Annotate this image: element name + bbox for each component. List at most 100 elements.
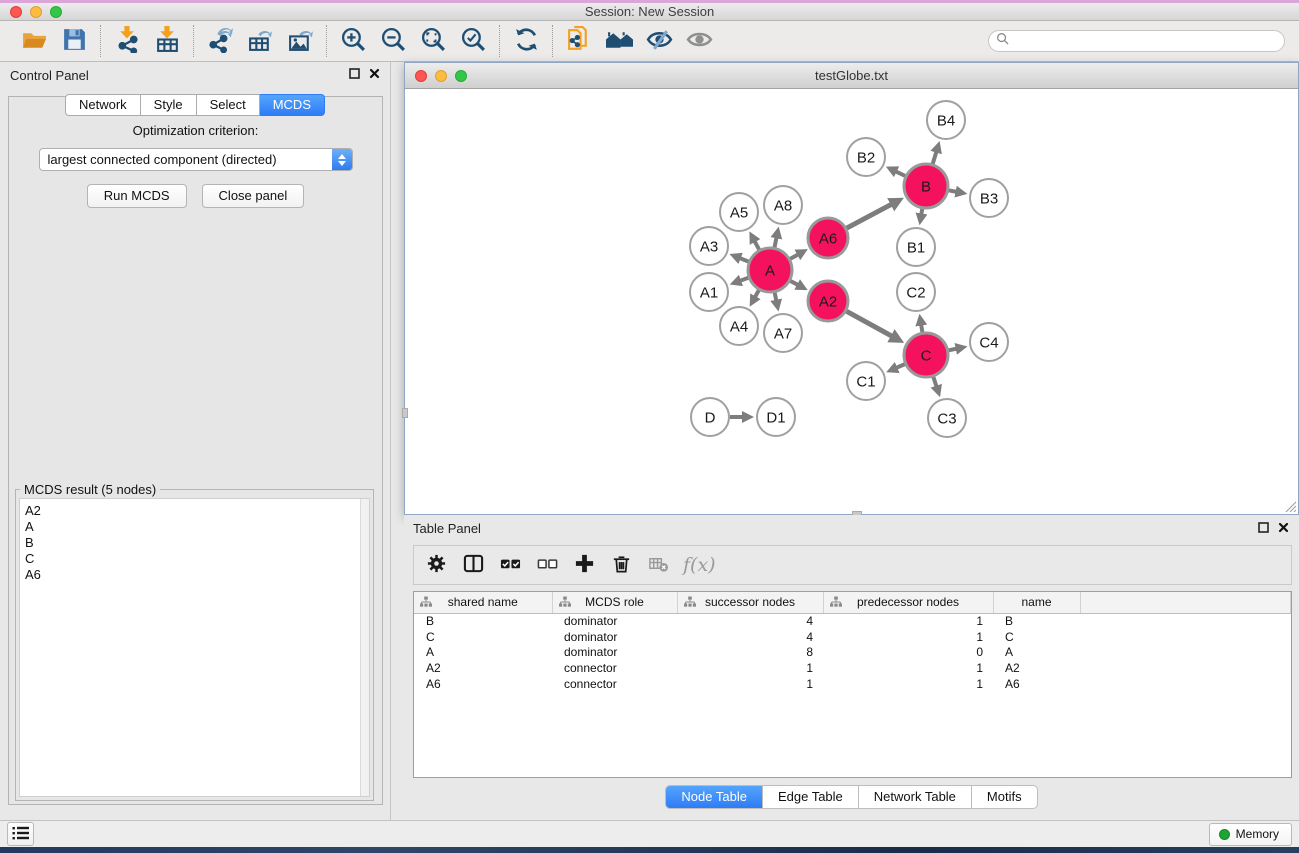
node-A2[interactable]: A2 — [808, 281, 848, 321]
cell[interactable]: connector — [552, 676, 677, 692]
table-row[interactable]: Cdominator41C — [414, 629, 1291, 645]
tab-node-table[interactable]: Node Table — [666, 786, 762, 808]
result-item[interactable]: B — [25, 535, 369, 551]
edge-B-B3[interactable] — [949, 190, 957, 192]
column-header-predecessor-nodes[interactable]: predecessor nodes — [823, 592, 993, 613]
edge-A-A2[interactable] — [790, 281, 798, 285]
node-A6[interactable]: A6 — [808, 218, 848, 258]
cell[interactable]: 1 — [677, 660, 823, 676]
edge-A-A6[interactable] — [790, 254, 798, 259]
edge-C-C3[interactable] — [933, 377, 936, 387]
cell[interactable]: B — [993, 613, 1080, 629]
cell[interactable]: C — [414, 629, 552, 645]
hide-graphics-details-button[interactable] — [642, 24, 676, 58]
mcds-result-list[interactable]: A2ABCA6 — [19, 498, 370, 797]
node-A3[interactable]: A3 — [690, 227, 728, 265]
float-panel-icon[interactable] — [1258, 520, 1269, 538]
cell[interactable]: 1 — [823, 629, 993, 645]
node-D[interactable]: D — [691, 398, 729, 436]
show-all-networks-button[interactable] — [602, 24, 636, 58]
edge-A-A8[interactable] — [775, 237, 777, 247]
column-header-shared-name[interactable]: shared name — [414, 592, 552, 613]
task-history-button[interactable] — [7, 822, 34, 846]
column-header-name[interactable]: name — [993, 592, 1080, 613]
memory-button[interactable]: Memory — [1209, 823, 1292, 846]
import-network-button[interactable] — [110, 24, 144, 58]
column-header-successor-nodes[interactable]: successor nodes — [677, 592, 823, 613]
close-panel-icon[interactable] — [369, 66, 380, 84]
node-C[interactable]: C — [904, 333, 948, 377]
tab-style[interactable]: Style — [141, 94, 197, 116]
cell[interactable] — [1080, 644, 1291, 660]
tab-network[interactable]: Network — [65, 94, 141, 116]
table-row[interactable]: Adominator80A — [414, 644, 1291, 660]
optimization-criterion-dropdown[interactable]: largest connected component (directed) — [39, 148, 353, 171]
table-options-button[interactable] — [420, 549, 453, 581]
close-panel-icon[interactable] — [1278, 520, 1289, 538]
node-A5[interactable]: A5 — [720, 193, 758, 231]
result-item[interactable]: A2 — [25, 503, 369, 519]
search-input[interactable] — [988, 30, 1285, 52]
show-graphics-details-button[interactable] — [682, 24, 716, 58]
edge-A-A7[interactable] — [775, 293, 777, 301]
node-A4[interactable]: A4 — [720, 307, 758, 345]
tab-motifs[interactable]: Motifs — [971, 786, 1037, 808]
delete-table-button[interactable] — [642, 549, 675, 581]
tab-edge-table[interactable]: Edge Table — [762, 786, 858, 808]
show-column-button[interactable] — [457, 549, 490, 581]
select-all-columns-button[interactable] — [494, 549, 527, 581]
close-panel-button[interactable]: Close panel — [202, 184, 305, 208]
cell[interactable] — [1080, 613, 1291, 629]
cell[interactable]: A2 — [414, 660, 552, 676]
node-D1[interactable]: D1 — [757, 398, 795, 436]
node-table[interactable]: shared nameMCDS rolesuccessor nodesprede… — [413, 591, 1292, 778]
cell[interactable] — [1080, 660, 1291, 676]
delete-columns-button[interactable] — [605, 549, 638, 581]
cell[interactable] — [1080, 629, 1291, 645]
unselect-all-columns-button[interactable] — [531, 549, 564, 581]
cell[interactable]: 0 — [823, 644, 993, 660]
table-row[interactable]: Bdominator41B — [414, 613, 1291, 629]
table-row[interactable]: A6connector11A6 — [414, 676, 1291, 692]
zoom-fit-button[interactable] — [416, 24, 450, 58]
node-C4[interactable]: C4 — [970, 323, 1008, 361]
cell[interactable]: B — [414, 613, 552, 629]
edge-A-A5[interactable] — [754, 241, 759, 250]
tab-select[interactable]: Select — [197, 94, 260, 116]
node-A1[interactable]: A1 — [690, 273, 728, 311]
cell[interactable]: dominator — [552, 644, 677, 660]
edge-A2-C[interactable] — [846, 311, 892, 336]
node-B[interactable]: B — [904, 164, 948, 208]
cell[interactable]: 8 — [677, 644, 823, 660]
result-scrollbar[interactable] — [360, 499, 369, 796]
network-canvas[interactable]: B4B2BB3A5A8A6A3B1AA1C2A2A4A7C4CC1C3DD1 — [405, 89, 1298, 514]
result-item[interactable]: A — [25, 519, 369, 535]
export-network-button[interactable] — [203, 24, 237, 58]
tab-network-table[interactable]: Network Table — [858, 786, 971, 808]
edge-C-C2[interactable] — [921, 324, 922, 332]
zoom-out-button[interactable] — [376, 24, 410, 58]
refresh-view-button[interactable] — [509, 24, 543, 58]
zoom-selected-button[interactable] — [456, 24, 490, 58]
cell[interactable]: A6 — [414, 676, 552, 692]
edge-B-B2[interactable] — [896, 171, 906, 176]
network-from-file-button[interactable] — [562, 24, 596, 58]
cell[interactable]: dominator — [552, 613, 677, 629]
create-column-button[interactable] — [568, 549, 601, 581]
zoom-in-button[interactable] — [336, 24, 370, 58]
open-session-button[interactable] — [17, 24, 51, 58]
edge-A-A3[interactable] — [740, 258, 749, 262]
cell[interactable]: 4 — [677, 629, 823, 645]
edge-B-B4[interactable] — [933, 151, 937, 164]
cell[interactable]: connector — [552, 660, 677, 676]
edge-A6-B[interactable] — [847, 204, 892, 228]
result-item[interactable]: A6 — [25, 567, 369, 583]
node-B2[interactable]: B2 — [847, 138, 885, 176]
node-B1[interactable]: B1 — [897, 228, 935, 266]
resize-grip-icon[interactable] — [1284, 500, 1297, 513]
export-table-button[interactable] — [243, 24, 277, 58]
cell[interactable]: 1 — [823, 613, 993, 629]
tab-mcds[interactable]: MCDS — [260, 94, 325, 116]
import-table-button[interactable] — [150, 24, 184, 58]
network-graph[interactable]: B4B2BB3A5A8A6A3B1AA1C2A2A4A7C4CC1C3DD1 — [405, 89, 1298, 514]
